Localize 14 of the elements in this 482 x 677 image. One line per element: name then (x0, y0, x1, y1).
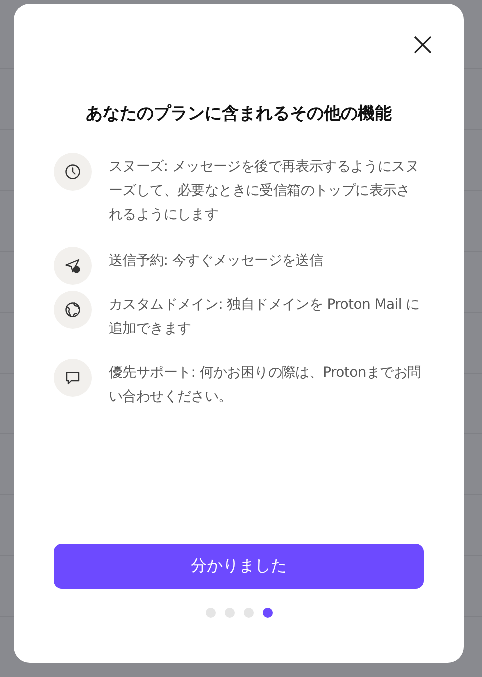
dialog-title: あなたのプランに含まれるその他の機能 (85, 103, 393, 125)
feature-text: スヌーズ: メッセージを後で再表示するようにスヌーズして、必要なときに受信箱のトップに表示されるようにします (109, 158, 420, 225)
paper-plane-clock-icon (64, 257, 82, 275)
clock-icon (64, 163, 82, 181)
step-dot[interactable] (244, 608, 254, 618)
step-dot[interactable] (206, 608, 216, 618)
feature-text: 優先サポート: 何かお困りの際は、Protonまでお問い合わせください。 (109, 364, 422, 407)
feature-text: カスタムドメイン: 独自ドメインを Proton Mail に追加できます (109, 296, 421, 339)
feature-text: 送信予約: 今すぐメッセージを送信 (109, 252, 324, 271)
got-it-button[interactable]: 分かりました (54, 544, 424, 589)
step-dot[interactable] (262, 608, 272, 618)
globe-icon (64, 301, 82, 319)
chat-bubble-icon (64, 369, 82, 387)
step-dot[interactable] (224, 608, 234, 618)
